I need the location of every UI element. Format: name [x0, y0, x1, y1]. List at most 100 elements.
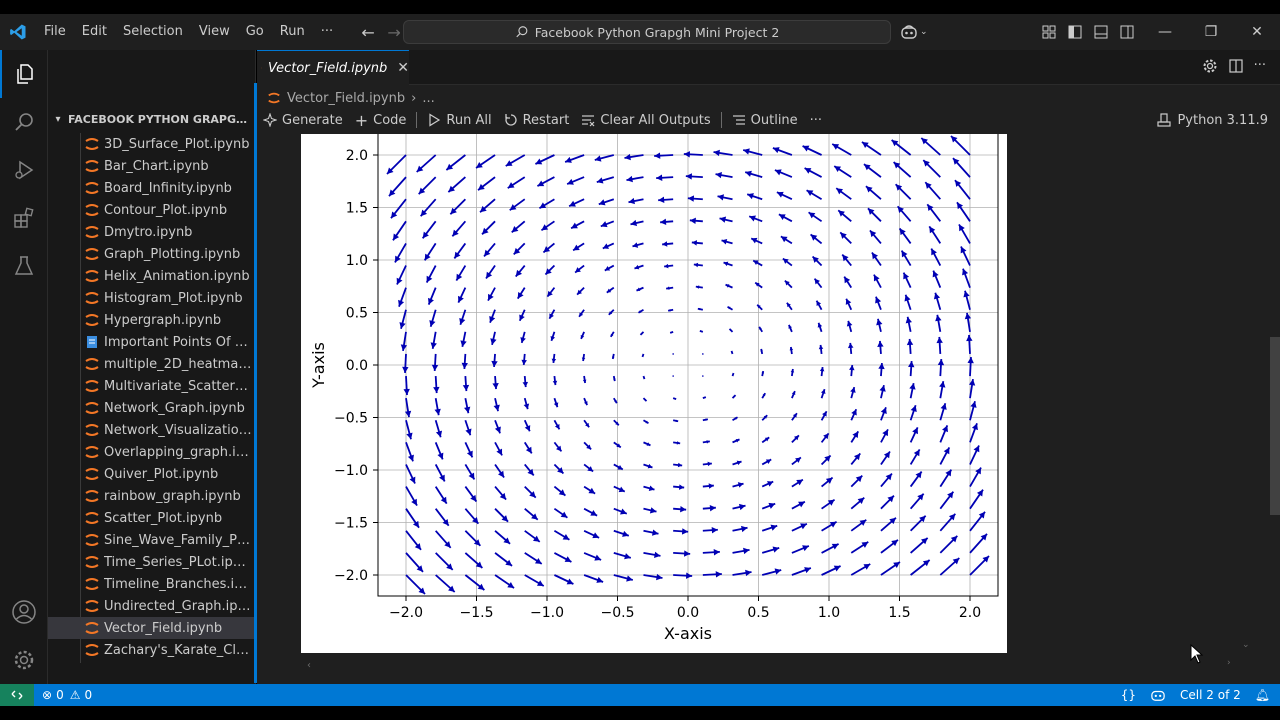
- vector-arrow: [789, 346, 794, 355]
- problems-indicator[interactable]: ⊗ 0 ⚠ 0: [34, 688, 92, 702]
- vector-arrow: [660, 218, 674, 226]
- file-item[interactable]: Bar_Chart.ipynb: [48, 155, 255, 177]
- vector-arrow: [600, 220, 615, 228]
- vector-arrow: [613, 507, 628, 515]
- menu-file[interactable]: File: [36, 14, 74, 50]
- vector-arrow: [702, 375, 704, 377]
- file-item[interactable]: rainbow_graph.ipynb: [48, 485, 255, 507]
- file-item[interactable]: Undirected_Graph.ipynb: [48, 595, 255, 617]
- vector-arrow: [833, 165, 852, 178]
- close-tab-icon[interactable]: ✕: [397, 60, 409, 76]
- menu-more[interactable]: ···: [313, 14, 341, 50]
- vector-arrow: [475, 154, 496, 169]
- copilot-status-icon[interactable]: [1150, 688, 1166, 702]
- menu-view[interactable]: View: [191, 14, 238, 50]
- remote-indicator-icon[interactable]: [0, 684, 34, 706]
- outline-button[interactable]: Outline: [726, 108, 804, 132]
- file-item[interactable]: Histogram_Plot.ipynb: [48, 287, 255, 309]
- vector-arrow: [744, 170, 763, 178]
- file-item[interactable]: Board_Infinity.ipynb: [48, 177, 255, 199]
- vector-arrow: [427, 287, 437, 305]
- more-toolbar-button[interactable]: ···: [804, 108, 828, 132]
- vector-arrow: [880, 472, 893, 488]
- kernel-picker[interactable]: Python 3.11.9: [1157, 108, 1268, 132]
- split-editor-icon[interactable]: [1228, 58, 1244, 74]
- file-item[interactable]: 3D_Surface_Plot.ipynb: [48, 133, 255, 155]
- toggle-primary-sidebar-icon[interactable]: [1066, 22, 1084, 42]
- vector-arrow: [835, 187, 852, 200]
- settings-gear-icon[interactable]: [0, 636, 48, 684]
- file-item[interactable]: Multivariate_Scatter_Pl...: [48, 375, 255, 397]
- generate-button[interactable]: Generate: [257, 108, 349, 132]
- close-window-icon[interactable]: ✕: [1234, 14, 1280, 50]
- file-item[interactable]: Network_Visualization.i...: [48, 419, 255, 441]
- add-code-button[interactable]: + Code: [349, 108, 413, 132]
- account-icon[interactable]: [0, 588, 48, 636]
- file-item[interactable]: Sine_Wave_Family_Plot....: [48, 529, 255, 551]
- copilot-button[interactable]: ⌄: [900, 22, 928, 42]
- breadcrumb-rest[interactable]: ...: [422, 91, 434, 106]
- minimize-icon[interactable]: —: [1142, 14, 1188, 50]
- search-view-icon[interactable]: [0, 98, 48, 146]
- gear-icon[interactable]: [1202, 58, 1218, 74]
- file-item[interactable]: Helix_Animation.ipynb: [48, 265, 255, 287]
- output-scroll-left-icon[interactable]: ‹: [307, 660, 311, 671]
- file-item[interactable]: multiple_2D_heatmaps....: [48, 353, 255, 375]
- scroll-down-icon[interactable]: ⌄: [1242, 640, 1250, 650]
- file-item[interactable]: Timeline_Branches.ipynb: [48, 573, 255, 595]
- editor-scrollbar[interactable]: [1270, 337, 1280, 515]
- menu-edit[interactable]: Edit: [74, 14, 115, 50]
- file-item[interactable]: Scatter_Plot.ipynb: [48, 507, 255, 529]
- run-debug-icon[interactable]: [0, 146, 48, 194]
- file-item[interactable]: Contour_Plot.ipynb: [48, 199, 255, 221]
- command-center-search[interactable]: Facebook Python Grapgh Mini Project 2: [403, 20, 891, 44]
- file-item[interactable]: Zachary's_Karate_Club_...: [48, 639, 255, 661]
- file-item[interactable]: Overlapping_graph.ipynb: [48, 441, 255, 463]
- vector-arrow: [898, 227, 912, 244]
- vector-arrow: [748, 215, 763, 223]
- restore-icon[interactable]: ❐: [1188, 14, 1234, 50]
- explorer-icon[interactable]: [0, 50, 48, 98]
- back-arrow-icon[interactable]: ←: [355, 23, 381, 42]
- notifications-bell-icon[interactable]: 🔔︎: [1255, 688, 1270, 702]
- scroll-right-icon[interactable]: ›: [1227, 658, 1231, 668]
- vector-arrow: [494, 552, 513, 567]
- file-name: Histogram_Plot.ipynb: [104, 290, 243, 306]
- menu-run[interactable]: Run: [272, 14, 313, 50]
- menu-go[interactable]: Go: [238, 14, 272, 50]
- file-item[interactable]: Hypergraph.ipynb: [48, 309, 255, 331]
- file-name: Dmytro.ipynb: [104, 224, 193, 240]
- vector-arrow: [425, 265, 437, 283]
- menu-selection[interactable]: Selection: [115, 14, 191, 50]
- document-icon: [84, 334, 100, 350]
- file-name: Scatter_Plot.ipynb: [104, 510, 223, 526]
- explorer-folder-header[interactable]: ▾ FACEBOOK PYTHON GRAPGH MI...: [48, 108, 255, 130]
- file-item[interactable]: Network_Graph.ipynb: [48, 397, 255, 419]
- vector-arrow: [727, 305, 733, 311]
- vector-arrow: [956, 201, 971, 222]
- cell-indicator[interactable]: Cell 2 of 2: [1180, 688, 1241, 702]
- extensions-icon[interactable]: [0, 194, 48, 242]
- more-actions-icon[interactable]: ···: [1254, 58, 1266, 74]
- file-item[interactable]: Time_Series_PLot.ipynb: [48, 551, 255, 573]
- toggle-panel-icon[interactable]: [1092, 22, 1110, 42]
- vector-arrow: [820, 432, 830, 443]
- file-item[interactable]: Quiver_Plot.ipynb: [48, 463, 255, 485]
- vector-arrow: [464, 397, 471, 414]
- breadcrumb-file[interactable]: Vector_Field.ipynb: [287, 91, 405, 106]
- file-item[interactable]: Important Points Of Co...: [48, 331, 255, 353]
- toggle-secondary-sidebar-icon[interactable]: [1118, 22, 1136, 42]
- vector-arrow: [673, 528, 689, 535]
- breadcrumb: Vector_Field.ipynb › ...: [267, 87, 435, 109]
- file-item[interactable]: Vector_Field.ipynb: [48, 617, 255, 639]
- vector-arrow: [702, 440, 710, 444]
- testing-flask-icon[interactable]: [0, 242, 48, 290]
- run-all-button[interactable]: Run All: [421, 108, 497, 132]
- tab-vector-field[interactable]: Vector_Field.ipynb ✕: [257, 50, 409, 85]
- restart-button[interactable]: Restart: [498, 108, 576, 132]
- file-item[interactable]: Graph_Plotting.ipynb: [48, 243, 255, 265]
- file-item[interactable]: Dmytro.ipynb: [48, 221, 255, 243]
- clear-outputs-button[interactable]: Clear All Outputs: [575, 108, 716, 132]
- customize-layout-icon[interactable]: [1040, 22, 1058, 42]
- braces-icon[interactable]: {}: [1121, 688, 1136, 702]
